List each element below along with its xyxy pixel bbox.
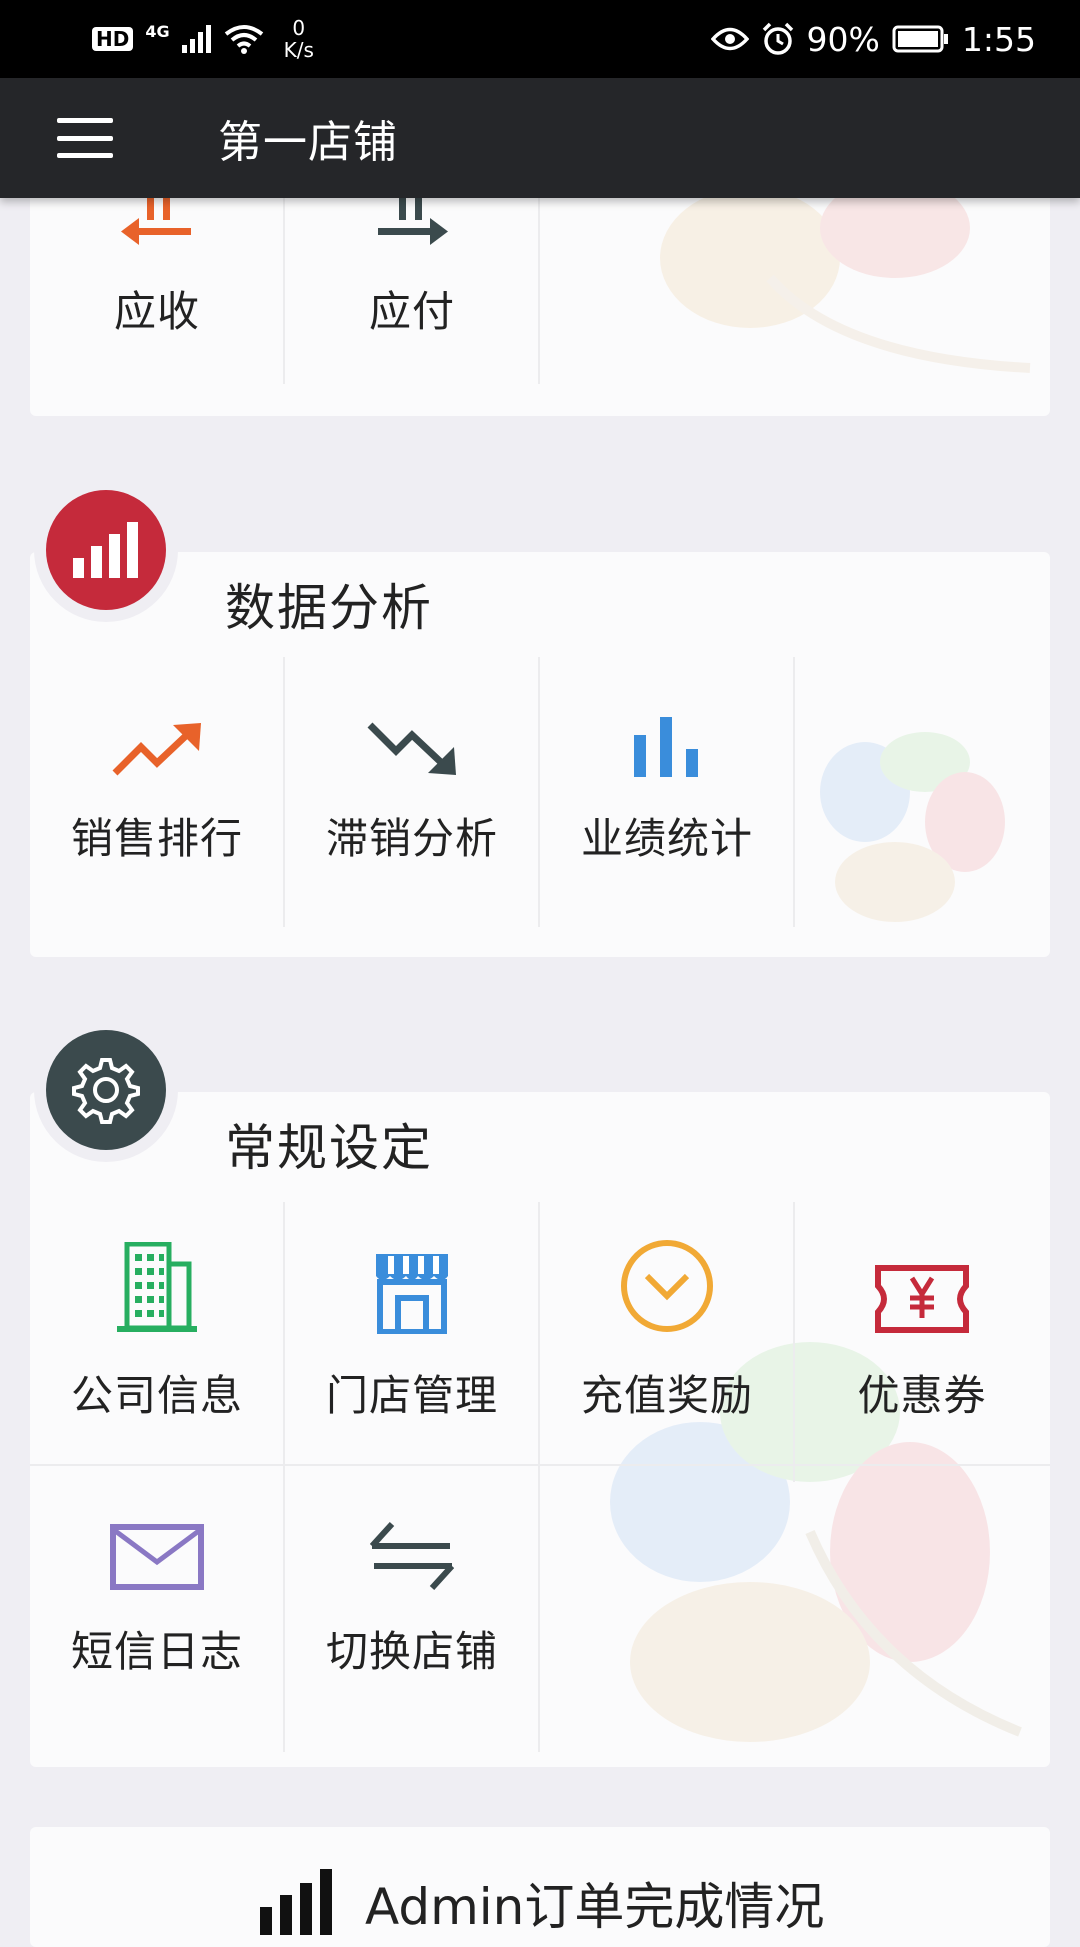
bar-chart-icon xyxy=(260,1869,332,1935)
settings-card: 常规设定 公司信息 门店管理 充值奖励 优惠券 短信日志 切换店铺 xyxy=(30,1092,1050,1767)
admin-orders-title: Admin订单完成情况 xyxy=(365,1878,825,1936)
gear-icon xyxy=(46,1030,166,1150)
bar-stats-icon xyxy=(634,717,700,777)
slow-sales-analysis-button[interactable]: 滞销分析 xyxy=(285,717,539,866)
app-bar: 第一店铺 xyxy=(0,78,1080,198)
alarm-icon xyxy=(762,22,793,55)
store-management-button[interactable]: 门店管理 xyxy=(285,1242,539,1423)
coupon-button[interactable]: 优惠券 xyxy=(795,1242,1049,1423)
switch-store-label: 切换店铺 xyxy=(325,1627,498,1676)
circle-chevron-icon xyxy=(619,1240,715,1334)
analysis-badge xyxy=(34,478,178,622)
switch-arrows-icon xyxy=(370,1521,454,1590)
status-right: 90% 1:55 xyxy=(710,19,1036,59)
settings-title: 常规设定 xyxy=(225,1119,433,1177)
bar-chart-icon xyxy=(46,490,166,610)
performance-stats-label: 业绩统计 xyxy=(580,814,753,863)
switch-store-button[interactable]: 切换店铺 xyxy=(285,1521,539,1679)
arrow-right-payable-icon xyxy=(374,198,450,250)
speed-unit: K/s xyxy=(283,38,314,62)
sales-ranking-label: 销售排行 xyxy=(70,814,243,863)
settings-badge xyxy=(34,1018,178,1162)
battery-percent: 90% xyxy=(806,19,880,59)
payable-label: 应付 xyxy=(368,287,455,336)
status-left: HD 4G 0 K/s xyxy=(92,17,314,61)
store-management-label: 门店管理 xyxy=(325,1371,498,1420)
slow-sales-analysis-label: 滞销分析 xyxy=(325,814,498,863)
status-bar: HD 4G 0 K/s 90% 1:55 xyxy=(0,0,1080,78)
clover-watermark xyxy=(820,732,1005,922)
coupon-icon xyxy=(874,1242,970,1334)
receivable-label: 应收 xyxy=(113,287,200,336)
analysis-card: 数据分析 销售排行 滞销分析 业绩统计 xyxy=(30,552,1050,957)
row-divider xyxy=(30,1464,1050,1466)
hamburger-line xyxy=(57,135,113,141)
clover-watermark xyxy=(660,198,1031,373)
company-info-button[interactable]: 公司信息 xyxy=(30,1242,284,1423)
signal-icon xyxy=(181,25,211,53)
divider xyxy=(538,198,540,384)
clock-time: 1:55 xyxy=(961,19,1036,59)
admin-orders-card: Admin订单完成情况 xyxy=(30,1827,1050,1947)
eye-icon xyxy=(710,27,749,51)
company-info-label: 公司信息 xyxy=(70,1371,243,1420)
coupon-label: 优惠券 xyxy=(857,1371,987,1420)
envelope-icon xyxy=(110,1522,204,1590)
network-speed: 0 K/s xyxy=(284,17,314,61)
sms-log-button[interactable]: 短信日志 xyxy=(30,1522,284,1679)
receivable-button[interactable]: 应收 xyxy=(30,198,284,339)
hamburger-line xyxy=(57,153,113,158)
hd-indicator: HD xyxy=(92,27,134,51)
performance-stats-button[interactable]: 业绩统计 xyxy=(540,717,794,866)
recharge-reward-label: 充值奖励 xyxy=(580,1371,753,1420)
building-icon xyxy=(117,1242,197,1334)
network-type: 4G xyxy=(145,21,170,41)
trend-down-icon xyxy=(366,717,458,777)
wifi-icon xyxy=(224,25,263,54)
recharge-reward-button[interactable]: 充值奖励 xyxy=(540,1240,794,1423)
menu-button[interactable] xyxy=(57,118,113,158)
trend-up-icon xyxy=(111,717,203,777)
divider xyxy=(793,657,795,927)
sms-log-label: 短信日志 xyxy=(70,1627,243,1676)
store-icon xyxy=(372,1242,452,1334)
arrow-left-receivable-icon xyxy=(119,198,195,250)
payable-button[interactable]: 应付 xyxy=(285,198,539,339)
analysis-title: 数据分析 xyxy=(225,579,433,637)
sales-ranking-button[interactable]: 销售排行 xyxy=(30,717,284,866)
battery-icon xyxy=(892,25,948,53)
speed-value: 0 xyxy=(292,16,306,40)
finance-card: 应收 应付 xyxy=(30,198,1050,416)
store-title: 第一店铺 xyxy=(218,117,398,168)
hamburger-line xyxy=(57,118,113,123)
